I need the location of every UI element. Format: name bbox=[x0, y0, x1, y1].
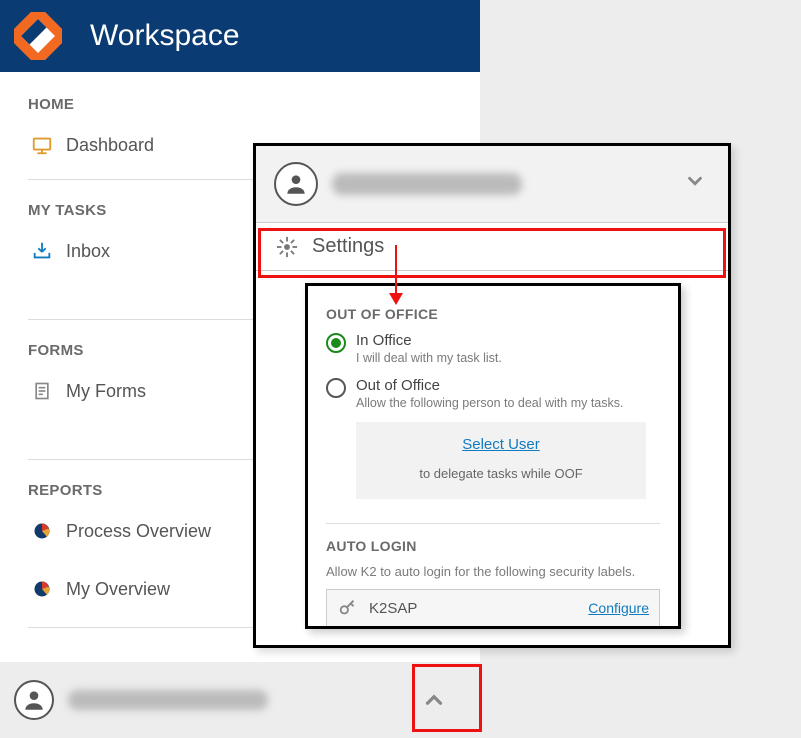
autologin-item-label: K2SAP bbox=[369, 600, 417, 617]
key-icon bbox=[337, 597, 359, 619]
footer-user-bar bbox=[0, 662, 480, 738]
annotation-arrow-icon bbox=[395, 245, 397, 303]
delegate-box: Select User to delegate tasks while OOF bbox=[356, 422, 646, 499]
nav-label: My Forms bbox=[66, 381, 146, 402]
avatar-icon bbox=[14, 680, 54, 720]
pie-chart-icon bbox=[30, 519, 54, 543]
radio-out-of-office[interactable]: Out of Office Allow the following person… bbox=[326, 377, 660, 410]
autologin-desc: Allow K2 to auto login for the following… bbox=[326, 564, 660, 579]
radio-icon bbox=[326, 333, 346, 353]
nav-label: Dashboard bbox=[66, 135, 154, 156]
app-logo-icon bbox=[14, 12, 62, 60]
inbox-icon bbox=[30, 239, 54, 263]
radio-icon bbox=[326, 378, 346, 398]
select-user-link[interactable]: Select User bbox=[462, 436, 540, 453]
radio-sublabel: I will deal with my task list. bbox=[356, 351, 502, 365]
app-title: Workspace bbox=[90, 19, 240, 53]
radio-in-office[interactable]: In Office I will deal with my task list. bbox=[326, 332, 660, 365]
popover-header bbox=[256, 146, 728, 222]
nav-label: Inbox bbox=[66, 241, 110, 262]
radio-sublabel: Allow the following person to deal with … bbox=[356, 396, 624, 410]
pie-chart-icon bbox=[30, 577, 54, 601]
section-home: HOME bbox=[28, 96, 452, 113]
user-name-redacted bbox=[68, 690, 268, 710]
nav-label: My Overview bbox=[66, 579, 170, 600]
user-name-redacted bbox=[332, 173, 522, 195]
oof-heading: OUT OF OFFICE bbox=[326, 306, 660, 322]
dashboard-icon bbox=[30, 133, 54, 157]
autologin-item: K2SAP Configure bbox=[326, 589, 660, 627]
settings-row[interactable]: Settings bbox=[256, 222, 728, 271]
radio-label: In Office bbox=[356, 332, 502, 349]
nav-label: Process Overview bbox=[66, 521, 211, 542]
settings-detail-panel: OUT OF OFFICE In Office I will deal with… bbox=[305, 283, 681, 629]
app-header: Workspace bbox=[0, 0, 480, 72]
configure-link[interactable]: Configure bbox=[588, 600, 649, 616]
radio-label: Out of Office bbox=[356, 377, 624, 394]
collapse-popover-button[interactable] bbox=[684, 170, 706, 198]
expand-user-panel-button[interactable] bbox=[404, 670, 464, 730]
autologin-heading: AUTO LOGIN bbox=[326, 538, 660, 554]
avatar-icon bbox=[274, 162, 318, 206]
divider bbox=[326, 523, 660, 524]
delegate-subtext: to delegate tasks while OOF bbox=[366, 466, 636, 481]
settings-label: Settings bbox=[312, 235, 384, 258]
gear-icon bbox=[276, 236, 298, 258]
form-icon bbox=[30, 379, 54, 403]
